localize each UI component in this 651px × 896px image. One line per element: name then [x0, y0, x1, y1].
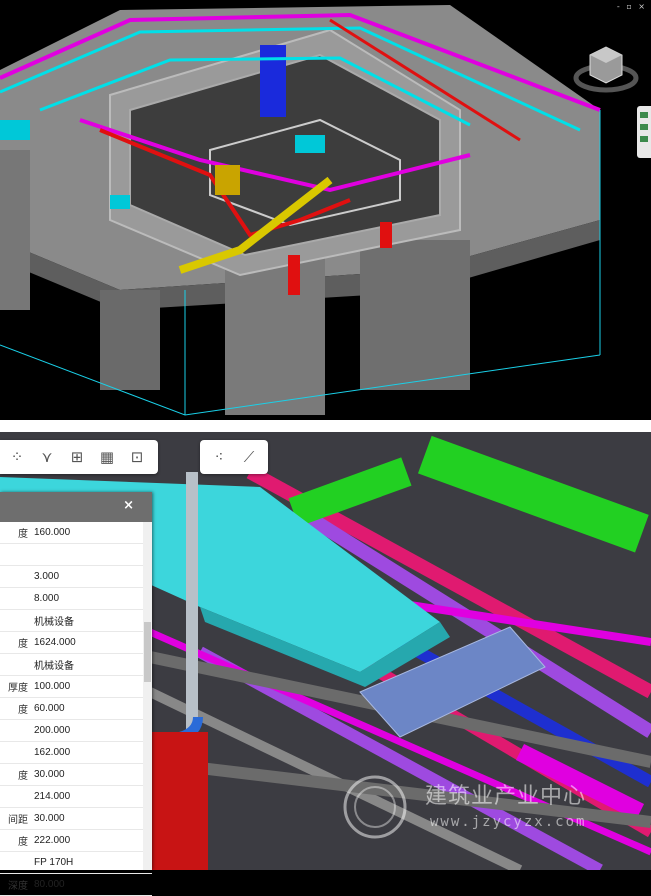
property-value: 3.000 [34, 571, 60, 582]
ahu-yellow [215, 165, 240, 195]
property-row: 机械设备 [0, 654, 152, 676]
properties-scrollbar[interactable] [143, 522, 152, 870]
property-row: FP 170H [0, 852, 152, 874]
property-value: 60.000 [34, 703, 65, 714]
cyan-box-3 [295, 135, 325, 153]
door-red-2 [380, 222, 392, 248]
property-row [0, 544, 152, 566]
property-value: 100.000 [34, 681, 71, 692]
property-value: 机械设备 [34, 661, 74, 672]
viewer-toolbar: ⁘ ⋎ ⊞ ▦ ⊡ [0, 440, 158, 474]
add-box-icon[interactable]: ⊞ [62, 442, 92, 472]
property-row: 度 222.000 [0, 830, 152, 852]
property-row: 度 60.000 [0, 698, 152, 720]
property-value: 8.000 [34, 593, 60, 604]
property-value: 机械设备 [34, 617, 74, 628]
property-value: 214.000 [34, 791, 71, 802]
property-value: 162.000 [34, 747, 71, 758]
property-key: 度 [18, 771, 28, 782]
property-row: 8.000 [0, 588, 152, 610]
explode-icon[interactable]: ⁘ [2, 442, 32, 472]
red-panel [150, 732, 208, 870]
column-far-left [0, 150, 30, 310]
property-row: 机械设备 [0, 610, 152, 632]
properties-icon[interactable]: ⁖ [204, 442, 234, 472]
properties-panel: × 度 160.000 3.000 8.000 机械设备度 1624.000 机械设备 厚度 1… [0, 492, 152, 896]
property-value: 1624.000 [34, 637, 76, 648]
viewer-toolbar-2: ⁖ ⟋ [200, 440, 268, 474]
model-viewport-top[interactable]: - ▫ × [0, 0, 651, 420]
properties-table: 度 160.000 3.000 8.000 机械设备度 1624.000 机械设备 厚度 100… [0, 522, 152, 896]
property-value: 30.000 [34, 813, 65, 824]
close-icon[interactable]: × [123, 498, 134, 513]
property-row: 度 1624.000 [0, 632, 152, 654]
property-row: 3.000 [0, 566, 152, 588]
property-row: 厚度 100.000 [0, 676, 152, 698]
property-row: 间距 30.000 [0, 808, 152, 830]
door-red-1 [288, 255, 300, 295]
property-value: 222.000 [34, 835, 71, 846]
property-value: 200.000 [34, 725, 71, 736]
measure-icon[interactable]: ⟋ [234, 442, 264, 472]
property-key: 度 [18, 837, 28, 848]
property-value: FP 170H [34, 857, 74, 868]
property-row: 214.000 [0, 786, 152, 808]
property-row: 度 160.000 [0, 522, 152, 544]
window-controls[interactable]: - ▫ × [617, 2, 647, 11]
property-key: 深度 [8, 881, 28, 892]
property-value: 160.000 [34, 527, 71, 538]
property-key: 度 [18, 705, 28, 716]
section-icon[interactable]: ⋎ [32, 442, 62, 472]
shaft-wall-right [360, 240, 470, 390]
property-value: 30.000 [34, 769, 65, 780]
column-left [100, 290, 160, 390]
scrollbar-thumb[interactable] [144, 622, 151, 682]
cyan-box-1 [0, 120, 30, 140]
model-tree-icon[interactable]: ▦ [92, 442, 122, 472]
property-row: 162.000 [0, 742, 152, 764]
property-key: 度 [18, 529, 28, 540]
cyan-box-2 [110, 195, 130, 209]
property-row: 200.000 [0, 720, 152, 742]
bim-model-render[interactable] [0, 0, 651, 420]
property-key: 度 [18, 639, 28, 650]
property-key: 间距 [8, 815, 28, 826]
property-value: 80.000 [34, 879, 65, 890]
property-key: 厚度 [8, 683, 28, 694]
side-panel-tab[interactable] [637, 106, 651, 158]
property-row: 深度 80.000 [0, 874, 152, 896]
panel-divider [0, 420, 651, 432]
property-row: 度 30.000 [0, 764, 152, 786]
focus-icon[interactable]: ⊡ [122, 442, 152, 472]
properties-header: × [0, 492, 152, 522]
equipment-blue [260, 45, 286, 117]
